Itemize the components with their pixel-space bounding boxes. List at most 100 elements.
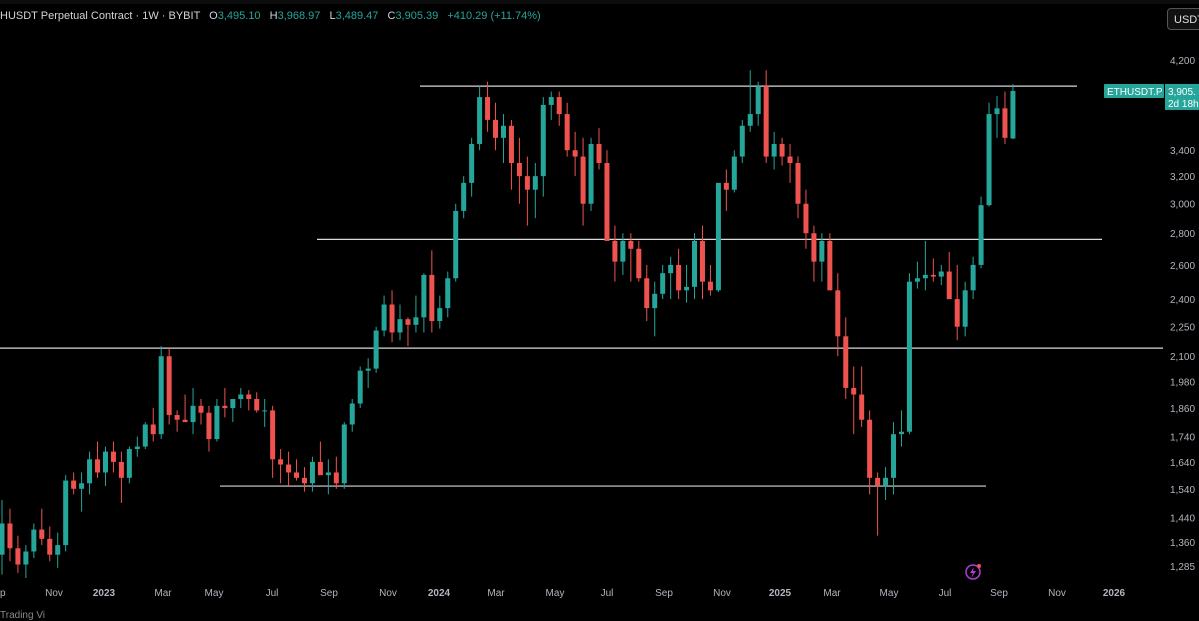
lightning-icon[interactable] (965, 564, 981, 580)
candle-body (150, 424, 156, 435)
y-axis-tick-label: 1,360 (1170, 538, 1195, 549)
candle-body (596, 143, 602, 163)
candle-body (405, 319, 411, 325)
candle-body (381, 304, 387, 331)
candle-body (453, 210, 459, 279)
candle-body (254, 398, 260, 411)
candle-body (867, 419, 873, 478)
symbol-tag-label: ETHUSDT.P (1107, 87, 1163, 98)
candle-body (198, 405, 204, 413)
candle-body (532, 176, 538, 190)
candle-body (55, 545, 61, 555)
candle-body (413, 317, 419, 325)
candle-body (843, 336, 849, 388)
candle-body (787, 156, 793, 163)
x-axis-tick-label: Nov (713, 588, 731, 599)
candle-body (126, 449, 132, 478)
candle-body (15, 548, 21, 565)
candle-body (883, 477, 889, 487)
candle-body (779, 143, 785, 157)
x-axis-tick-label: Mar (154, 588, 172, 599)
candle-body (142, 424, 148, 447)
candle-body (684, 286, 690, 291)
candle-body (540, 104, 546, 177)
candle-body (524, 176, 530, 190)
candle-body (891, 434, 897, 478)
y-axis-tick-label: 2,100 (1170, 352, 1195, 363)
candle-body (477, 97, 483, 144)
candle-body (636, 248, 642, 279)
candle-body (556, 97, 562, 115)
candle-body (246, 394, 252, 399)
candle-body (1010, 90, 1016, 139)
candle-body (660, 273, 666, 294)
price-chart[interactable]: 4,200 3,400 3,200 3,000 2,800 2,600 2,400 2,250… (0, 0, 1199, 616)
candle-body (668, 264, 674, 274)
candle-body (819, 240, 825, 262)
candle-body (333, 472, 339, 484)
candle-body (317, 461, 323, 476)
candle-body (485, 97, 491, 120)
candle-body (875, 477, 881, 487)
x-axis-tick-label: Jul (601, 588, 614, 599)
y-axis-tick-label: 1,980 (1170, 377, 1195, 388)
candle-body (572, 150, 578, 157)
candle-body (31, 529, 37, 552)
candle-body (63, 480, 69, 546)
candle-body (516, 162, 522, 177)
y-axis-tick-label: 2,400 (1170, 295, 1195, 306)
candle-body (580, 156, 586, 204)
x-axis-tick-label: Mar (823, 588, 841, 599)
candle-body (134, 446, 140, 450)
x-axis-tick-label: Sep (655, 588, 673, 599)
candle-body (206, 412, 212, 440)
candle-body (166, 356, 172, 416)
candle-body (286, 464, 292, 473)
candle-body (397, 319, 403, 333)
candle-body (699, 240, 705, 282)
y-axis-tick-label: 2,800 (1170, 229, 1195, 240)
candle-body (994, 108, 1000, 115)
x-axis-tick-label: p (0, 588, 6, 599)
candle-body (731, 156, 737, 190)
candle-body (214, 405, 220, 440)
price-tag-value: 3,905. (1168, 87, 1196, 98)
x-axis-tick-label: 2023 (93, 588, 116, 599)
candle-body (692, 240, 698, 287)
price-tag-countdown: 2d 18h (1168, 99, 1199, 110)
x-axis-tick-label: Nov (1048, 588, 1066, 599)
y-axis-tick-label: 1,860 (1170, 404, 1195, 415)
candle-body (71, 480, 77, 489)
x-axis-tick-label: Sep (320, 588, 338, 599)
y-axis-tick-label: 1,440 (1170, 514, 1195, 525)
candle-body (986, 114, 992, 206)
candle-body (859, 394, 865, 420)
candle-body (270, 410, 276, 460)
candle-body (628, 240, 634, 249)
candle-body (715, 182, 721, 291)
candle-body (500, 125, 506, 138)
candle-body (548, 97, 554, 105)
x-axis-tick-label: Jul (939, 588, 952, 599)
y-axis-tick-label: 1,540 (1170, 485, 1195, 496)
candle-body (588, 143, 594, 204)
candle-body (278, 459, 284, 465)
candle-body (620, 240, 626, 262)
candle-body (47, 538, 53, 555)
candle-body (755, 86, 761, 115)
candle-body (938, 271, 944, 277)
candle-body (954, 299, 960, 327)
candle-body (102, 451, 108, 473)
candle-body (294, 472, 300, 478)
candle-body (811, 233, 817, 262)
y-axis-tick-label: 4,200 (1170, 56, 1195, 67)
candle-body (906, 281, 912, 432)
candle-body (174, 415, 180, 420)
candle-body (946, 271, 952, 300)
x-axis-tick-label: Nov (379, 588, 397, 599)
candle-body (493, 119, 499, 138)
candle-body (835, 290, 841, 337)
candle-body (421, 274, 427, 318)
x-axis-tick-label: 2024 (428, 588, 451, 599)
x-axis-tick-label: Jul (266, 588, 279, 599)
